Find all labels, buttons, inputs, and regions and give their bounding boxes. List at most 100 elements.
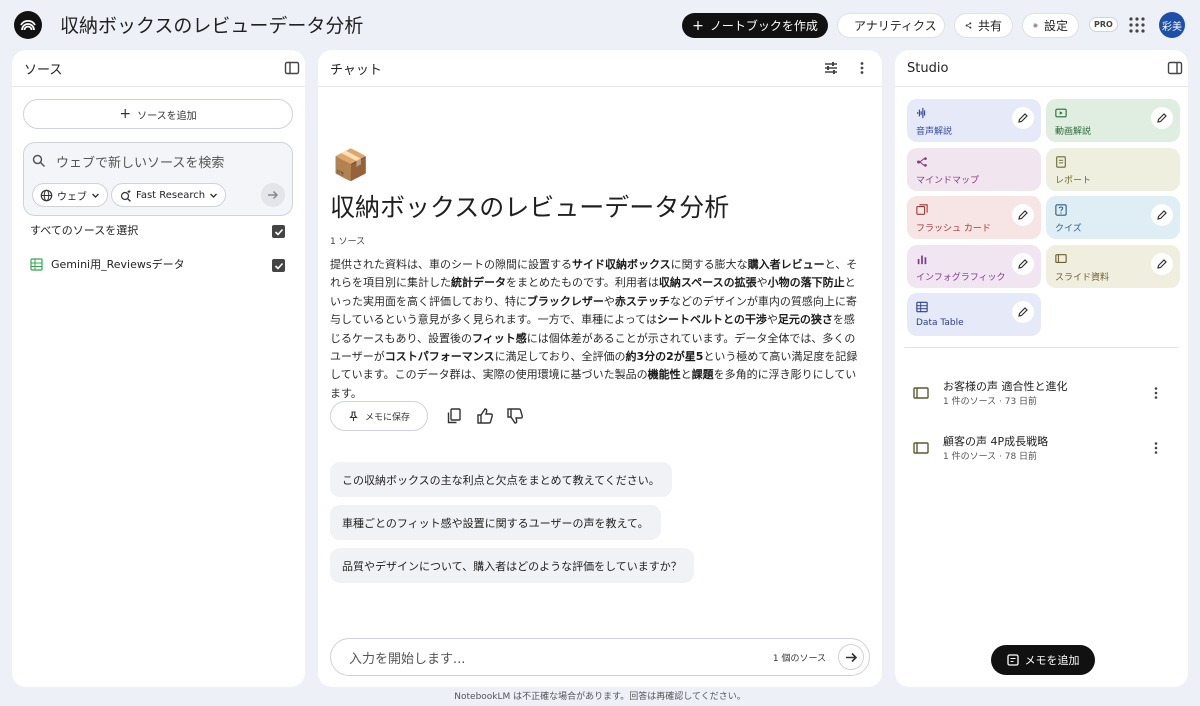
sparkle-search-icon — [120, 189, 131, 202]
summary-text: をまとめたものです。利用者は — [506, 276, 659, 290]
thumbs-down-icon[interactable] — [506, 407, 524, 425]
studio-tile[interactable]: 音声解説 — [907, 99, 1041, 142]
summary-highlight: 小物の落下防止 — [767, 276, 845, 290]
suggested-question[interactable]: 車種ごとのフィット感や設置に関するユーザーの声を教えて。 — [330, 505, 661, 540]
chat-input-placeholder: 入力を開始します... — [349, 651, 466, 667]
summary-highlight: サイド収納ボックス — [572, 258, 671, 271]
suggested-question[interactable]: 品質やデザインについて、購入者はどのような評価をしていますか？ — [330, 548, 694, 583]
studio-tile[interactable]: レポート — [1046, 147, 1180, 191]
research-mode-chip[interactable]: Fast Research — [111, 183, 227, 207]
report-icon — [1055, 155, 1067, 168]
edit-pencil-icon[interactable] — [1012, 204, 1034, 226]
studio-tile[interactable]: マインドマップ — [907, 147, 1041, 191]
note-add-icon — [1006, 654, 1019, 666]
source-item[interactable]: Gemini用_Reviewsデータ — [30, 256, 185, 272]
user-avatar[interactable]: 彩美 — [1159, 12, 1185, 38]
notebooklm-logo-icon[interactable] — [14, 11, 42, 39]
edit-pencil-icon[interactable] — [1012, 107, 1034, 129]
apps-grid-icon[interactable] — [1128, 16, 1146, 34]
summary-highlight: ブラックレザー — [526, 294, 604, 308]
chat-input-source-count: 1 個のソース — [772, 653, 826, 664]
more-vert-icon[interactable] — [854, 60, 870, 76]
summary-highlight: コストパフォーマンス — [384, 350, 495, 364]
analytics-button[interactable]: アナリティクス — [837, 13, 945, 38]
tune-icon[interactable] — [823, 60, 839, 76]
spreadsheet-icon — [30, 257, 43, 271]
summary-highlight: 統計データ — [451, 276, 506, 290]
chat-panel-title: チャット — [330, 62, 382, 78]
studio-tile-label: スライド資料 — [1055, 272, 1110, 283]
source-item-checkbox[interactable] — [272, 259, 285, 272]
edit-pencil-icon[interactable] — [1151, 107, 1173, 129]
more-vert-icon[interactable] — [1149, 385, 1163, 401]
summary-text: に関する膨大な — [670, 258, 748, 271]
mindmap-icon — [916, 156, 928, 168]
add-memo-button[interactable]: メモを追加 — [991, 645, 1095, 675]
studio-tile-label: Data Table — [916, 318, 964, 328]
thumbs-up-icon[interactable] — [476, 407, 494, 425]
infographic-icon — [916, 253, 928, 265]
sources-panel-header: ソース — [12, 50, 305, 87]
studio-tile[interactable]: クイズ — [1046, 196, 1180, 239]
copy-icon[interactable] — [445, 407, 463, 425]
note-title: お客様の声 適合性と進化 — [943, 380, 1068, 393]
share-icon — [965, 22, 972, 29]
summary-highlight: 赤ステッチ — [614, 294, 670, 308]
collapse-panel-icon[interactable] — [1167, 60, 1183, 76]
web-filter-chip[interactable]: ウェブ — [32, 183, 108, 207]
studio-tile-label: クイズ — [1055, 224, 1082, 234]
saved-note-item[interactable]: お客様の声 適合性と進化 1 件のソース · 73 日前 — [913, 375, 1175, 415]
studio-tile[interactable]: フラッシュ カード — [907, 196, 1041, 239]
create-notebook-button[interactable]: + ノートブックを作成 — [682, 13, 828, 38]
summary-highlight: 課題 — [691, 368, 714, 382]
send-arrow-icon — [845, 652, 857, 662]
edit-pencil-icon[interactable] — [1012, 252, 1034, 275]
studio-tile[interactable]: Data Table — [907, 293, 1041, 336]
edit-pencil-icon[interactable] — [1151, 252, 1173, 275]
note-doc-icon — [913, 385, 929, 401]
sources-panel: ソース + ソースを追加 ウェブで新しいソースを検索 ウェブ Fast Rese… — [12, 50, 305, 687]
saved-note-item[interactable]: 顧客の声 4P成長戦略 1 件のソース · 78 日前 — [913, 430, 1175, 470]
search-placeholder: ウェブで新しいソースを検索 — [56, 155, 225, 171]
summary-text: と — [680, 368, 692, 382]
summary-highlight: 機能性 — [647, 368, 681, 382]
video-icon — [1055, 107, 1067, 119]
notebook-title[interactable]: 収納ボックスのレビューデータ分析 — [60, 11, 363, 38]
gear-icon — [1033, 23, 1038, 28]
more-vert-icon[interactable] — [1149, 440, 1163, 456]
studio-tile[interactable]: インフォグラフィック — [907, 244, 1041, 288]
add-memo-label: メモを追加 — [1024, 654, 1080, 667]
disclaimer-footer: NotebookLM は不正確な場合があります。回答は再確認してください。 — [454, 692, 746, 702]
suggested-question[interactable]: この収納ボックスの主な利点と欠点をまとめて教えてください。 — [330, 462, 672, 497]
settings-button[interactable]: 設定 — [1022, 13, 1079, 38]
edit-pencil-icon[interactable] — [1151, 204, 1173, 226]
chat-panel-header: チャット — [318, 50, 882, 87]
studio-tile[interactable]: スライド資料 — [1046, 244, 1180, 288]
submit-search-button[interactable] — [261, 183, 285, 207]
send-button[interactable] — [838, 644, 864, 670]
pin-icon — [349, 410, 358, 421]
share-button[interactable]: 共有 — [954, 13, 1013, 38]
plus-icon: + — [119, 106, 132, 122]
note-doc-icon — [913, 440, 929, 456]
analytics-label: アナリティクス — [854, 19, 937, 33]
save-to-memo-button[interactable]: メモに保存 — [330, 401, 428, 431]
collapse-panel-icon[interactable] — [284, 60, 300, 76]
studio-tile[interactable]: 動画解説 — [1046, 99, 1180, 142]
add-source-button[interactable]: + ソースを追加 — [23, 99, 293, 129]
web-filter-label: ウェブ — [57, 191, 87, 203]
save-to-memo-label: メモに保存 — [364, 412, 410, 423]
search-input[interactable]: ウェブで新しいソースを検索 — [32, 152, 284, 171]
chevron-down-icon — [210, 193, 218, 198]
summary-text: や — [756, 276, 768, 290]
check-icon — [274, 228, 283, 236]
select-all-checkbox[interactable] — [272, 225, 285, 238]
flashcard-icon — [916, 204, 928, 216]
summary-text: や — [766, 313, 778, 327]
chat-input[interactable]: 入力を開始します... 1 個のソース — [330, 638, 870, 676]
chevron-down-icon — [92, 193, 99, 198]
pro-badge: PRO — [1089, 17, 1118, 32]
summary-highlight: 購入者レビュー — [747, 258, 825, 271]
summary-text: や — [603, 294, 615, 308]
edit-pencil-icon[interactable] — [1012, 301, 1034, 323]
